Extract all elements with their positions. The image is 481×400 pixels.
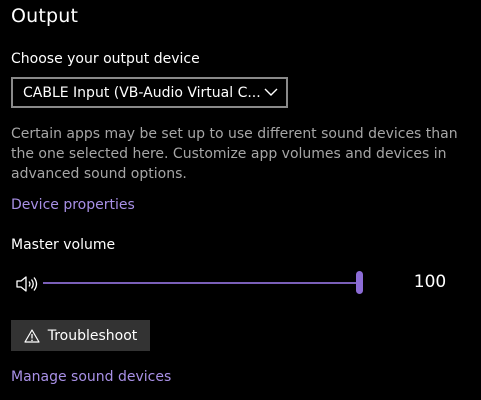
master-volume-slider-thumb[interactable] [356, 271, 363, 294]
device-properties-link[interactable]: Device properties [11, 197, 135, 213]
troubleshoot-button[interactable]: Troubleshoot [11, 320, 150, 351]
troubleshoot-label: Troubleshoot [47, 327, 138, 344]
master-volume-label: Master volume [11, 237, 116, 253]
manage-sound-devices-link[interactable]: Manage sound devices [11, 369, 171, 385]
master-volume-slider-fill [43, 282, 363, 284]
chevron-down-icon [264, 88, 278, 96]
output-description: Certain apps may be set up to use differ… [11, 126, 458, 182]
section-title: Output [11, 5, 79, 27]
master-volume-slider-track[interactable] [43, 282, 363, 284]
output-device-label: Choose your output device [11, 51, 200, 67]
output-device-select[interactable]: CABLE Input (VB-Audio Virtual C... [11, 77, 288, 108]
output-device-selected-value: CABLE Input (VB-Audio Virtual C... [23, 84, 261, 101]
speaker-icon[interactable] [15, 275, 39, 293]
warning-icon [24, 328, 40, 343]
master-volume-value: 100 [413, 272, 447, 292]
